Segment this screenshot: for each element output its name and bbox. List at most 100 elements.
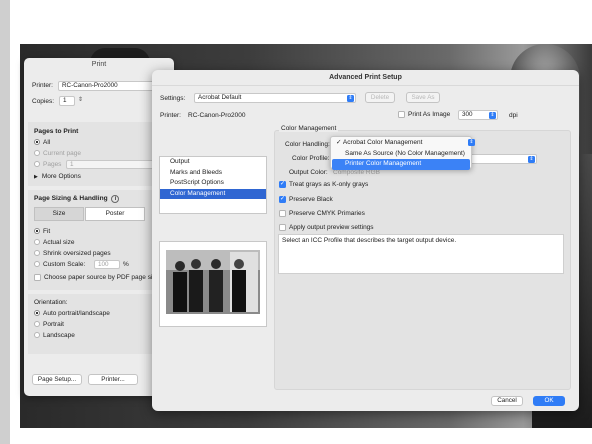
preview-photo-image (160, 242, 266, 326)
settings-select[interactable]: Acrobat Default ⇕ (194, 93, 356, 103)
preserve-cmyk-checkbox[interactable]: Preserve CMYK Primaries (279, 210, 365, 217)
checkbox-off-icon (279, 210, 286, 217)
apply-preview-label: Apply output preview settings (289, 224, 374, 232)
shrink-label: Shrink oversized pages (43, 250, 111, 257)
advanced-print-setup-dialog: Advanced Print Setup Settings: Acrobat D… (152, 70, 579, 411)
pages-all-radio[interactable]: All (34, 139, 50, 146)
apply-preview-checkbox[interactable]: Apply output preview settings (279, 224, 374, 231)
printer-label: Printer: (32, 82, 53, 89)
info-icon[interactable]: i (111, 195, 120, 203)
fit-label: Fit (43, 228, 51, 235)
description-box: Select an ICC Profile that describes the… (278, 234, 564, 274)
pages-heading: Pages to Print (34, 128, 79, 135)
radio-on-icon (34, 228, 40, 235)
list-item-selected[interactable]: Color Management (160, 188, 266, 199)
color-handling-label: Color Handling: (285, 141, 330, 148)
menu-item-acrobat-cm[interactable]: ✓ Acrobat Color Management (331, 138, 471, 149)
pages-range-value: 1 (70, 161, 74, 168)
copies-input[interactable]: 1 (59, 96, 75, 106)
sizing-heading-text: Page Sizing & Handling (34, 195, 108, 202)
advanced-dialog-title: Advanced Print Setup (152, 70, 579, 86)
description-text: Select an ICC Profile that describes the… (282, 237, 457, 244)
print-preview (159, 241, 267, 327)
orient-portrait-radio[interactable]: Portrait (34, 321, 64, 328)
orient-landscape-label: Landscape (43, 332, 75, 339)
checkmark-icon: ✓ (279, 181, 286, 188)
radio-off-icon (34, 150, 40, 157)
radio-off-icon (34, 261, 40, 268)
checkbox-off-icon (34, 274, 41, 281)
pages-range-radio[interactable]: Pages (34, 161, 61, 168)
pages-all-label: All (43, 139, 51, 146)
tab-size-label: Size (52, 210, 66, 217)
adv-printer-value: RC-Canon-Pro2000 (188, 112, 246, 119)
cm-heading: Color Management (279, 125, 339, 132)
desktop-edge (0, 0, 10, 444)
menu-item-printer-cm[interactable]: Printer Color Management (332, 159, 470, 170)
tab-poster-label: Poster (105, 210, 125, 217)
fit-radio[interactable]: Fit (34, 228, 50, 235)
print-as-image-checkbox[interactable]: Print As Image (398, 111, 450, 118)
preserve-black-label: Preserve Black (289, 196, 333, 204)
list-item[interactable]: Output (160, 157, 266, 168)
list-item[interactable]: Marks and Bleeds (160, 168, 266, 179)
radio-off-icon (34, 161, 40, 168)
delete-button[interactable]: Delete (365, 92, 395, 103)
dpi-label: dpi (509, 112, 518, 119)
choose-paper-checkbox[interactable]: Choose paper source by PDF page size (34, 274, 159, 281)
adv-printer-label: Printer: (160, 112, 181, 119)
radio-off-icon (34, 250, 40, 257)
more-options-label: More Options (41, 173, 81, 180)
list-item[interactable]: PostScript Options (160, 178, 266, 189)
choose-paper-label: Choose paper source by PDF page size (44, 274, 160, 282)
actual-size-radio[interactable]: Actual size (34, 239, 74, 246)
chevron-updown-icon: ⇕ (489, 112, 496, 119)
chevron-updown-icon: ⇕ (528, 156, 535, 163)
page-setup-button[interactable]: Page Setup... (32, 374, 82, 385)
checkmark-icon: ✓ (279, 196, 286, 203)
tab-size[interactable]: Size (34, 207, 84, 221)
custom-scale-label: Custom Scale: (43, 261, 86, 268)
treat-grays-label: Treat grays as K-only grays (289, 181, 369, 189)
more-options-toggle[interactable]: ▶ More Options (34, 173, 81, 180)
treat-grays-checkbox[interactable]: ✓ Treat grays as K-only grays (279, 181, 368, 188)
actual-size-label: Actual size (43, 239, 75, 246)
checkbox-off-icon (279, 224, 286, 231)
ok-button[interactable]: OK (533, 396, 565, 406)
print-as-image-label: Print As Image (408, 111, 451, 119)
percent-label: % (123, 261, 129, 268)
tab-poster[interactable]: Poster (85, 207, 145, 221)
custom-scale-input[interactable]: 100 (94, 260, 120, 269)
cancel-button[interactable]: Cancel (491, 396, 523, 406)
color-handling-menu[interactable]: ✓ Acrobat Color Management Same As Sourc… (330, 136, 472, 170)
color-handling-chevron-icon[interactable]: ⇕ (468, 139, 475, 146)
preserve-cmyk-label: Preserve CMYK Primaries (289, 210, 365, 218)
custom-scale-radio[interactable]: Custom Scale: (34, 261, 85, 268)
copies-stepper-icon[interactable]: ⇕ (78, 96, 83, 103)
orient-portrait-label: Portrait (43, 321, 64, 328)
pages-range-input[interactable]: 1 (66, 160, 166, 169)
dpi-value: 300 (462, 111, 473, 118)
radio-off-icon (34, 332, 40, 339)
preserve-black-checkbox[interactable]: ✓ Preserve Black (279, 196, 333, 203)
radio-off-icon (34, 239, 40, 246)
shrink-radio[interactable]: Shrink oversized pages (34, 250, 111, 257)
chevron-updown-icon: ⇕ (347, 95, 354, 102)
radio-on-icon (34, 310, 40, 317)
save-as-button[interactable]: Save As (406, 92, 440, 103)
printer-button[interactable]: Printer... (88, 374, 138, 385)
copies-label: Copies: (32, 98, 55, 105)
orient-landscape-radio[interactable]: Landscape (34, 332, 75, 339)
radio-off-icon (34, 321, 40, 328)
sizing-heading: Page Sizing & Handling i (34, 195, 120, 203)
orientation-heading: Orientation: (34, 299, 68, 306)
checkbox-off-icon (398, 111, 405, 118)
orient-auto-radio[interactable]: Auto portrait/landscape (34, 310, 110, 317)
output-color-value: Composite RGB (333, 169, 380, 176)
dpi-select[interactable]: 300 ⇕ (458, 110, 498, 120)
menu-item-same-as-source[interactable]: Same As Source (No Color Management) (331, 149, 471, 160)
orient-auto-label: Auto portrait/landscape (43, 310, 110, 317)
output-color-label: Output Color: (289, 169, 328, 176)
pages-current-radio[interactable]: Current page (34, 150, 81, 157)
disclosure-triangle-icon: ▶ (34, 174, 38, 180)
